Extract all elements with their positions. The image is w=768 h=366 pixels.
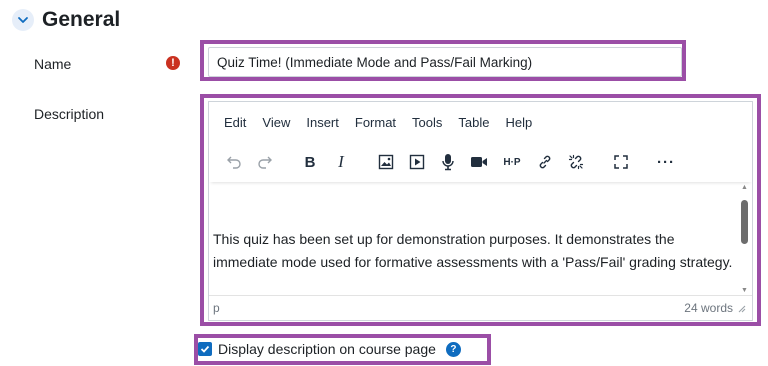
editor-content[interactable]: This quiz has been set up for demonstrat… <box>209 182 739 296</box>
element-path[interactable]: p <box>213 301 220 315</box>
name-input[interactable]: Quiz Time! (Immediate Mode and Pass/Fail… <box>208 47 682 77</box>
word-count[interactable]: 24 words <box>684 301 733 315</box>
editor-toolbar: B I H·P ··· <box>209 142 752 182</box>
description-editor[interactable]: Edit View Insert Format Tools Table Help… <box>208 101 753 321</box>
fullscreen-icon[interactable] <box>608 149 634 175</box>
more-icon[interactable]: ··· <box>653 149 679 175</box>
menu-tools[interactable]: Tools <box>412 115 442 130</box>
editor-menubar: Edit View Insert Format Tools Table Help <box>209 102 752 142</box>
media-icon[interactable] <box>404 149 430 175</box>
editor-scrollbar[interactable]: ▲ ▼ <box>737 182 752 296</box>
description-label: Description <box>34 106 105 122</box>
menu-view[interactable]: View <box>262 115 290 130</box>
menu-edit[interactable]: Edit <box>224 115 246 130</box>
menu-insert[interactable]: Insert <box>306 115 339 130</box>
video-camera-icon[interactable] <box>466 149 492 175</box>
unlink-icon[interactable] <box>563 149 589 175</box>
name-label: Name <box>34 56 72 72</box>
scrollbar-thumb[interactable] <box>741 200 748 244</box>
editor-statusbar: p 24 words <box>209 295 752 320</box>
bold-icon[interactable]: B <box>297 149 323 175</box>
link-icon[interactable] <box>532 149 558 175</box>
display-description-label[interactable]: Display description on course page <box>218 341 436 357</box>
display-description-checkbox[interactable] <box>198 342 212 356</box>
microphone-icon[interactable] <box>435 149 461 175</box>
resize-handle-icon[interactable] <box>737 304 746 313</box>
section-header-general[interactable]: General <box>12 6 120 34</box>
menu-help[interactable]: Help <box>505 115 532 130</box>
image-icon[interactable] <box>373 149 399 175</box>
exclamation-icon: ! <box>166 56 180 70</box>
section-title: General <box>42 8 121 31</box>
h5p-icon[interactable]: H·P <box>497 149 527 175</box>
redo-icon[interactable] <box>252 149 278 175</box>
help-icon[interactable]: ? <box>445 341 461 357</box>
menu-table[interactable]: Table <box>458 115 489 130</box>
chevron-down-icon[interactable] <box>12 9 34 31</box>
undo-icon[interactable] <box>221 149 247 175</box>
italic-icon[interactable]: I <box>328 149 354 175</box>
display-description-option[interactable]: Display description on course page ? <box>198 338 461 360</box>
menu-format[interactable]: Format <box>355 115 396 130</box>
